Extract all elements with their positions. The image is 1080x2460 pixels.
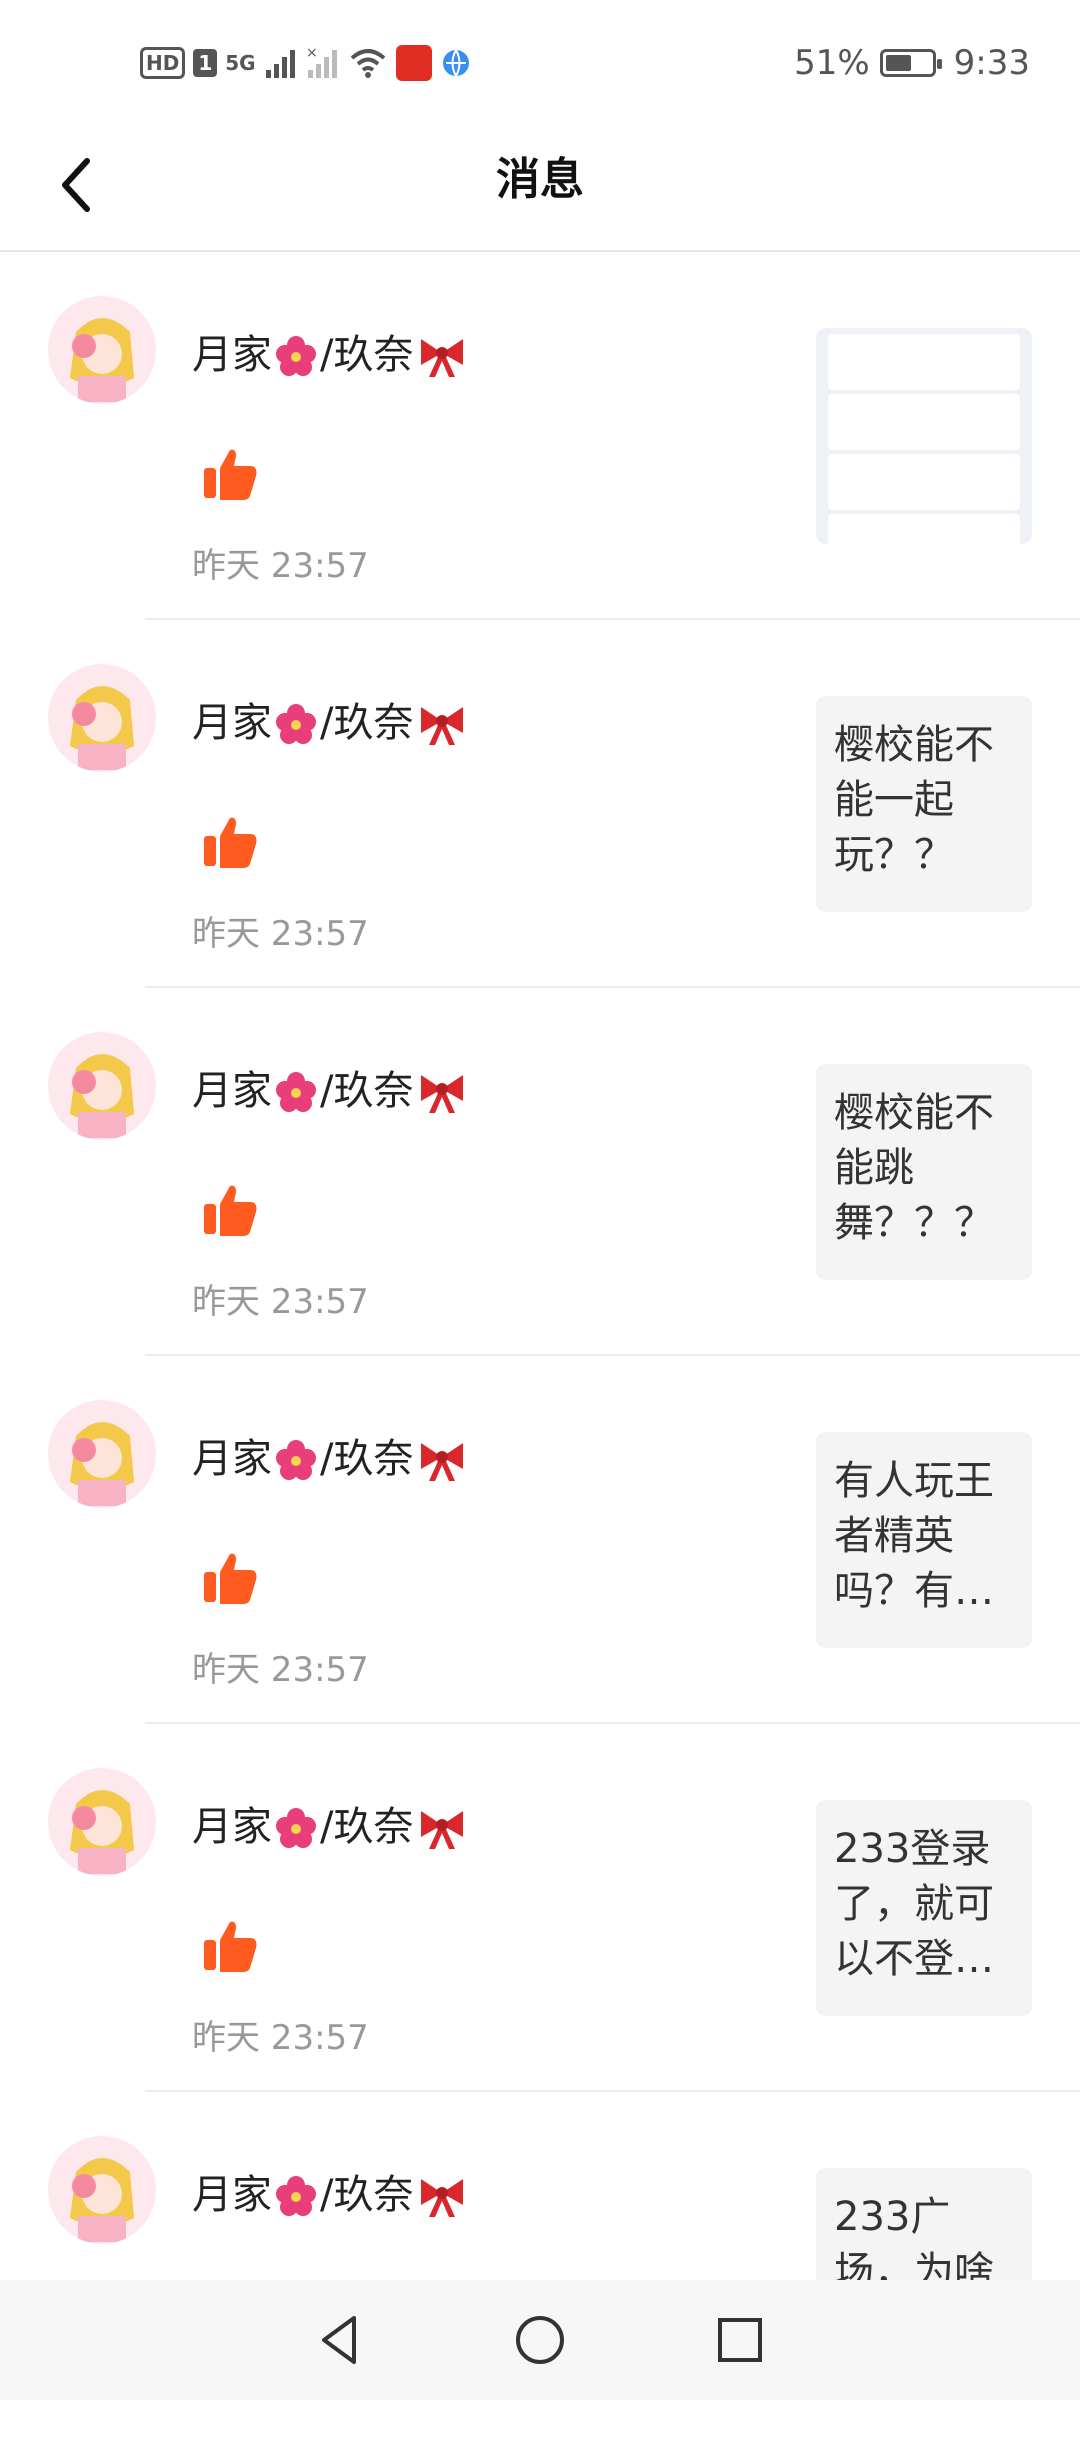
flower-emoji-icon xyxy=(276,1440,316,1480)
avatar[interactable] xyxy=(48,2136,156,2244)
timestamp: 昨天 23:57 xyxy=(192,546,369,586)
preview-text: 樱校能不能跳舞？？？ xyxy=(834,1090,994,1246)
preview-text-box[interactable]: 有人玩王者精英吗？有… xyxy=(816,1432,1032,1648)
username-part-1: 月家 xyxy=(192,700,272,746)
username-part-2: /玖奈 xyxy=(320,1804,414,1850)
network-label: 5G xyxy=(225,51,256,75)
hd-badge: HD xyxy=(140,47,186,79)
username: 月家/玖奈 xyxy=(192,1426,467,1484)
username-part-1: 月家 xyxy=(192,1436,272,1482)
wifi-icon xyxy=(350,49,385,78)
username: 月家/玖奈 xyxy=(192,2162,467,2220)
username-part-1: 月家 xyxy=(192,1068,272,1114)
flower-emoji-icon xyxy=(276,2176,316,2216)
battery-icon xyxy=(879,49,942,77)
timestamp: 昨天 23:57 xyxy=(192,914,369,954)
list-item[interactable]: 月家/玖奈 昨天 23:57 233登录了，就可以不登… xyxy=(0,1724,1080,2092)
preview-text-box[interactable]: 樱校能不能一起玩？？ xyxy=(816,696,1032,912)
ribbon-emoji-icon xyxy=(421,2179,464,2217)
preview-text: 樱校能不能一起玩？？ xyxy=(834,722,994,878)
flower-emoji-icon xyxy=(276,1072,316,1112)
thumbs-up-icon xyxy=(204,1553,257,1604)
ribbon-emoji-icon xyxy=(421,339,464,377)
preview-text: 有人玩王者精英吗？有… xyxy=(834,1458,994,1614)
username-part-1: 月家 xyxy=(192,2172,272,2218)
username-part-2: /玖奈 xyxy=(320,1436,414,1482)
timestamp: 昨天 23:57 xyxy=(192,1282,369,1322)
ribbon-emoji-icon xyxy=(421,707,464,745)
browser-app-icon xyxy=(442,49,469,77)
signal-icon xyxy=(265,50,295,78)
list-item[interactable]: 月家/玖奈 昨天 23:57 樱校能不能跳舞？？？ xyxy=(0,988,1080,1356)
clock: 9:33 xyxy=(953,43,1030,83)
flower-emoji-icon xyxy=(276,1808,316,1848)
status-right-icons: 51% 9:33 xyxy=(794,40,1030,86)
triangle-back-icon[interactable] xyxy=(310,2310,370,2370)
ribbon-emoji-icon xyxy=(421,1075,464,1113)
ribbon-emoji-icon xyxy=(421,1811,464,1849)
avatar[interactable] xyxy=(48,1032,156,1140)
svg-text:×: × xyxy=(306,46,318,61)
message-list[interactable]: 月家/玖奈 昨天 23:57 月家 /玖奈 昨天 23:57 樱校能不能一起玩？… xyxy=(0,252,1080,2460)
username-part-1: 月家 xyxy=(192,1804,272,1850)
timestamp: 昨天 23:57 xyxy=(192,2018,369,2058)
username-part-2: /玖奈 xyxy=(320,2172,414,2218)
preview-text-box[interactable]: 樱校能不能跳舞？？？ xyxy=(816,1064,1032,1280)
circle-home-icon[interactable] xyxy=(510,2310,570,2370)
status-bar: HD 1 5G × 51% 9:33 xyxy=(0,0,1080,120)
avatar[interactable] xyxy=(48,1400,156,1508)
battery-percent: 51% xyxy=(794,43,870,83)
square-recent-icon[interactable] xyxy=(710,2310,770,2370)
flower-emoji-icon xyxy=(276,336,316,376)
list-item[interactable]: 月家/玖奈 233广场，为啥 xyxy=(0,2092,1080,2460)
avatar[interactable] xyxy=(48,1768,156,1876)
preview-text-box[interactable]: 233登录了，就可以不登… xyxy=(816,1800,1032,2016)
username-part-2: /玖奈 xyxy=(320,1068,414,1114)
thumbs-up-icon xyxy=(204,817,257,868)
preview-text: 233登录了，就可以不登… xyxy=(834,1826,994,1982)
signal-icon-2: × xyxy=(306,46,337,78)
username: 月家/玖奈 xyxy=(192,690,467,748)
sim-badge: 1 xyxy=(193,49,218,77)
avatar[interactable] xyxy=(48,664,156,772)
flower-emoji-icon xyxy=(276,704,316,744)
thumbs-up-icon xyxy=(204,449,257,500)
ribbon-emoji-icon xyxy=(421,1443,464,1481)
username-part-2: /玖奈 xyxy=(320,332,414,378)
username-part-1: 月家 xyxy=(192,332,272,378)
thumbs-up-icon xyxy=(204,1921,257,1972)
username-part-2: /玖奈 xyxy=(320,700,414,746)
system-nav-bar xyxy=(0,2280,1080,2400)
list-item[interactable]: 月家/玖奈 昨天 23:57 樱校能不能一起玩？？ xyxy=(0,620,1080,988)
thumbnail-image xyxy=(816,328,1032,544)
list-item[interactable]: 月家/玖奈 昨天 23:57 xyxy=(0,252,1080,620)
header: 消息 xyxy=(0,120,1080,252)
avatar[interactable] xyxy=(48,296,156,404)
preview-thumbnail[interactable] xyxy=(816,328,1032,544)
list-item[interactable]: 月家/玖奈 昨天 23:57 有人玩王者精英吗？有… xyxy=(0,1356,1080,1724)
thumbs-up-icon xyxy=(204,1185,257,1236)
username: 月家/玖奈 xyxy=(192,1058,467,1116)
timestamp: 昨天 23:57 xyxy=(192,1650,369,1690)
username: 月家/玖奈 xyxy=(192,1794,467,1852)
username: 月家/玖奈 xyxy=(192,322,467,380)
page-title: 消息 xyxy=(496,154,584,205)
status-left-icons: HD 1 5G × xyxy=(140,40,472,86)
pinduoduo-app-icon xyxy=(395,45,432,81)
